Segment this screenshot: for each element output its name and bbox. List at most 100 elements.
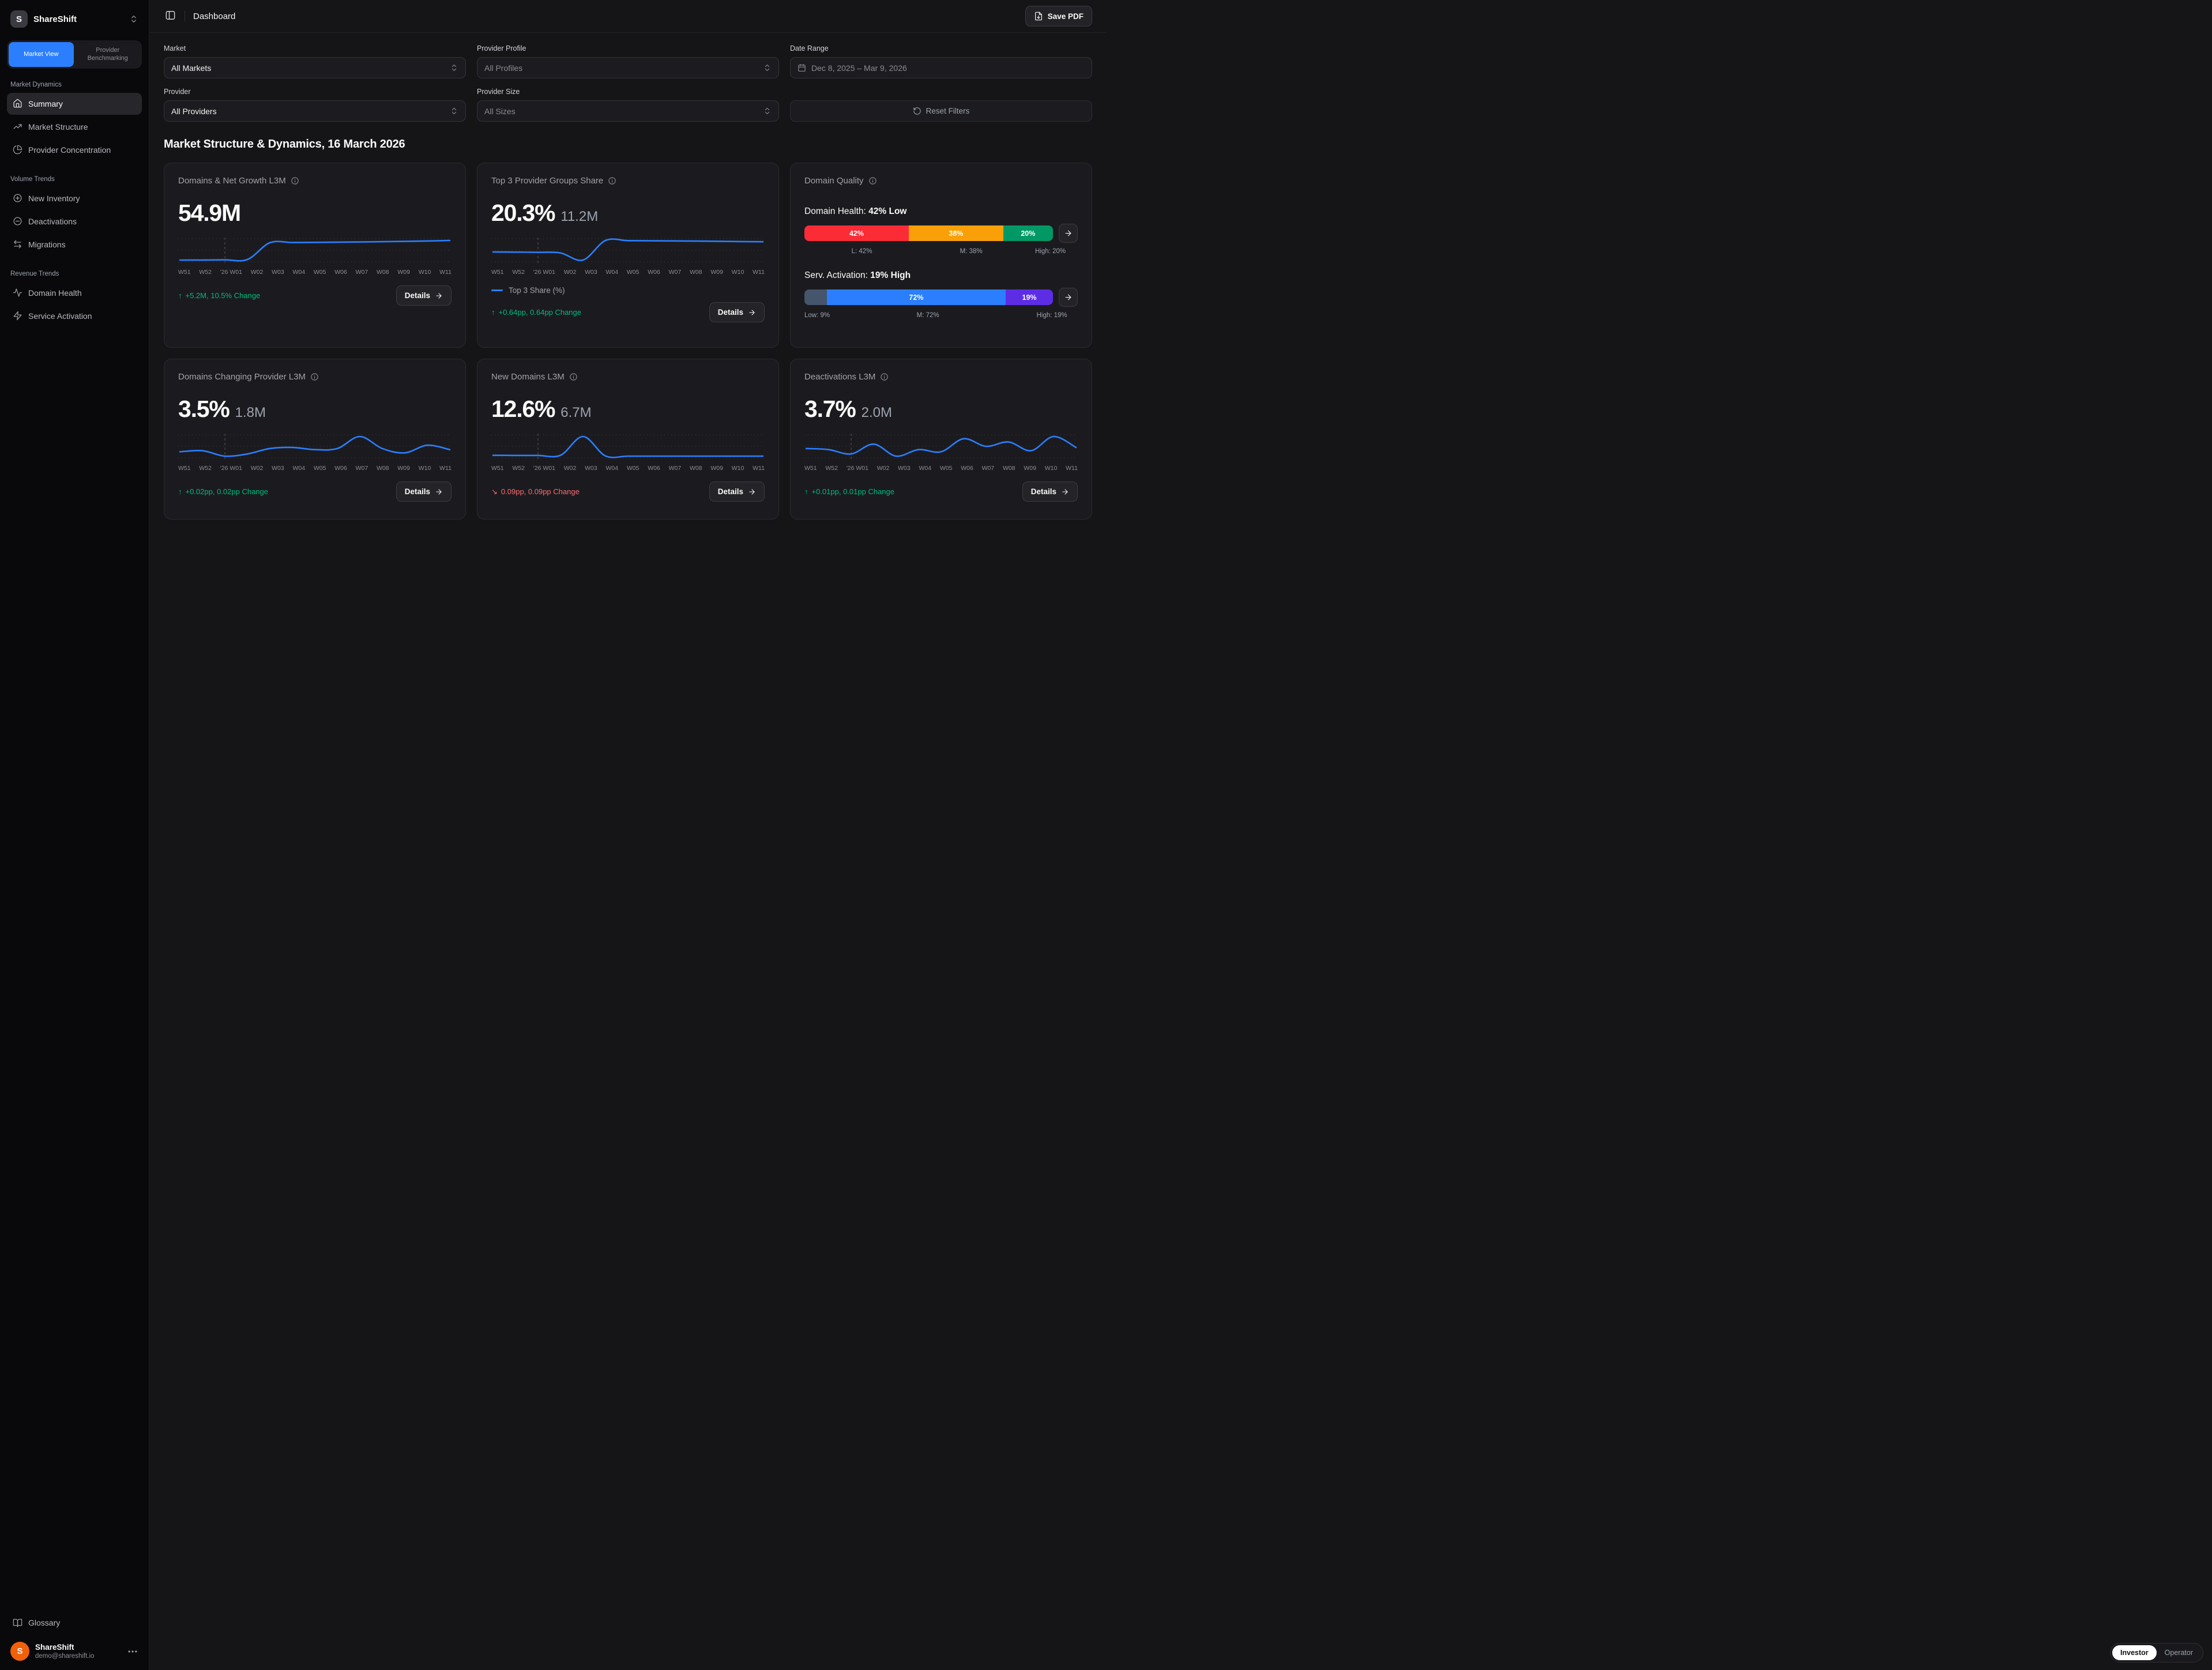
- change-text: +5.2M, 10.5% Change: [186, 291, 261, 300]
- nav-section-title: Volume Trends: [10, 176, 138, 183]
- reset-filters-button[interactable]: Reset Filters: [790, 100, 1092, 122]
- user-menu-button[interactable]: [127, 1646, 138, 1657]
- user-account[interactable]: S ShareShift demo@shareshift.io: [7, 1638, 142, 1662]
- tab-market-view[interactable]: Market View: [9, 42, 74, 67]
- spark-tick-label: W07: [982, 465, 995, 472]
- minus-circle-icon: [13, 216, 22, 226]
- spark-tick-label: W10: [732, 269, 744, 276]
- card-subvalue: 2.0M: [862, 405, 892, 421]
- workspace-name: ShareShift: [33, 14, 123, 24]
- spark-tick-label: W51: [804, 465, 817, 472]
- bar-segment-low: [804, 289, 827, 305]
- sidebar-item-service-activation[interactable]: Service Activation: [7, 305, 142, 327]
- spark-tick-label: W52: [825, 465, 838, 472]
- mode-option-investor[interactable]: Investor: [2112, 1645, 2157, 1660]
- save-pdf-button[interactable]: Save PDF: [1025, 6, 1092, 27]
- spark-tick-label: W10: [732, 465, 744, 472]
- provider-profile-select[interactable]: All Profiles: [477, 57, 779, 78]
- service-activation-heading: Serv. Activation: 19% High: [804, 270, 1078, 281]
- arrow-down-right-icon: ↘: [491, 487, 498, 497]
- spark-tick-label: W08: [690, 465, 702, 472]
- spark-tick-label: W09: [397, 269, 410, 276]
- sparkline-x-labels: W51W52'26 W01W02W03W04W05W06W07W08W09W10…: [491, 269, 765, 276]
- bar-below-label: Low: 9%: [804, 312, 830, 319]
- panel-left-icon: [165, 10, 176, 21]
- domain-health-arrow-button[interactable]: [1059, 224, 1078, 243]
- cards-grid: Domains & Net Growth L3M 54.9M W51W52'26…: [164, 163, 1092, 520]
- info-icon[interactable]: [569, 373, 578, 381]
- legend-label: Top 3 Share (%): [509, 286, 565, 295]
- sidebar-item-new-inventory[interactable]: New Inventory: [7, 187, 142, 209]
- sidebar-item-migrations[interactable]: Migrations: [7, 234, 142, 255]
- arrow-right-icon: [435, 488, 443, 496]
- spark-tick-label: W03: [585, 269, 597, 276]
- mode-option-operator[interactable]: Operator: [2157, 1645, 2201, 1660]
- date-range-value: Dec 8, 2025 – Mar 9, 2026: [811, 63, 1085, 73]
- sidebar-toggle-button[interactable]: [164, 10, 176, 22]
- sidebar-item-summary[interactable]: Summary: [7, 93, 142, 115]
- spark-tick-label: W05: [627, 465, 639, 472]
- provider-size-select[interactable]: All Sizes: [477, 100, 779, 122]
- provider-size-select-value: All Sizes: [484, 107, 758, 116]
- sidebar-item-deactivations[interactable]: Deactivations: [7, 210, 142, 232]
- tab-provider-benchmarking[interactable]: Provider Benchmarking: [76, 42, 141, 67]
- sparkline-chart: [491, 432, 765, 460]
- spark-tick-label: W06: [961, 465, 973, 472]
- spark-tick-label: W52: [199, 465, 212, 472]
- ellipsis-icon: [127, 1646, 138, 1657]
- sidebar-item-provider-concentration[interactable]: Provider Concentration: [7, 139, 142, 161]
- chevrons-up-down-icon: [450, 107, 458, 115]
- details-button[interactable]: Details: [709, 302, 765, 322]
- sidebar-item-glossary[interactable]: Glossary: [7, 1612, 142, 1634]
- provider-select[interactable]: All Providers: [164, 100, 466, 122]
- arrows-left-right-icon: [13, 239, 22, 249]
- filter-date-range-label: Date Range: [790, 44, 1092, 52]
- spark-tick-label: W02: [877, 465, 890, 472]
- filter-provider-profile: Provider Profile All Profiles: [477, 44, 779, 78]
- card-title: New Domains L3M: [491, 372, 565, 382]
- spark-tick-label: '26 W01: [533, 465, 555, 472]
- spark-tick-label: '26 W01: [220, 269, 242, 276]
- chevrons-up-down-icon: [763, 107, 772, 115]
- card-subvalue: 6.7M: [560, 405, 591, 421]
- sidebar: S ShareShift Market View Provider Benchm…: [0, 0, 149, 1670]
- filter-provider-size: Provider Size All Sizes: [477, 88, 779, 122]
- service-activation-bar: 72%19%: [804, 289, 1053, 305]
- card-title: Domain Quality: [804, 176, 864, 186]
- info-icon[interactable]: [291, 176, 299, 185]
- spark-tick-label: W09: [1024, 465, 1036, 472]
- sidebar-item-label: Glossary: [28, 1618, 60, 1627]
- arrow-right-icon: [1064, 229, 1073, 238]
- plus-circle-icon: [13, 193, 22, 203]
- user-avatar: S: [10, 1642, 29, 1661]
- sparkline-chart: [491, 236, 765, 264]
- sidebar-item-domain-health[interactable]: Domain Health: [7, 282, 142, 304]
- spark-tick-label: W03: [272, 269, 284, 276]
- sidebar-footer: Glossary S ShareShift demo@shareshift.io: [7, 1612, 142, 1662]
- card-subvalue: 1.8M: [235, 405, 266, 421]
- chevrons-up-down-icon: [763, 63, 772, 72]
- details-button[interactable]: Details: [396, 482, 452, 502]
- info-icon[interactable]: [608, 176, 616, 185]
- info-icon[interactable]: [310, 373, 319, 381]
- change-indicator: ↑ +5.2M, 10.5% Change: [178, 291, 260, 300]
- spark-tick-label: W05: [627, 269, 639, 276]
- sparkline-chart: [178, 236, 452, 264]
- date-range-input[interactable]: Dec 8, 2025 – Mar 9, 2026: [790, 57, 1092, 78]
- card-value: 3.7%: [804, 397, 856, 421]
- spark-tick-label: W07: [669, 465, 682, 472]
- info-icon[interactable]: [880, 373, 889, 381]
- market-select[interactable]: All Markets: [164, 57, 466, 78]
- sidebar-item-market-structure[interactable]: Market Structure: [7, 116, 142, 138]
- change-indicator: ↘ 0.09pp, 0.09pp Change: [491, 487, 580, 497]
- details-button[interactable]: Details: [1022, 482, 1078, 502]
- details-button[interactable]: Details: [709, 482, 765, 502]
- sparkline-chart: [178, 432, 452, 460]
- info-icon[interactable]: [868, 176, 877, 185]
- details-button[interactable]: Details: [396, 285, 452, 306]
- spark-tick-label: W08: [377, 465, 389, 472]
- workspace-switcher[interactable]: S ShareShift: [7, 8, 142, 30]
- card-value: 3.5%: [178, 397, 230, 421]
- service-activation-arrow-button[interactable]: [1059, 288, 1078, 307]
- filters: Market All Markets Provider Profile All …: [164, 44, 1092, 122]
